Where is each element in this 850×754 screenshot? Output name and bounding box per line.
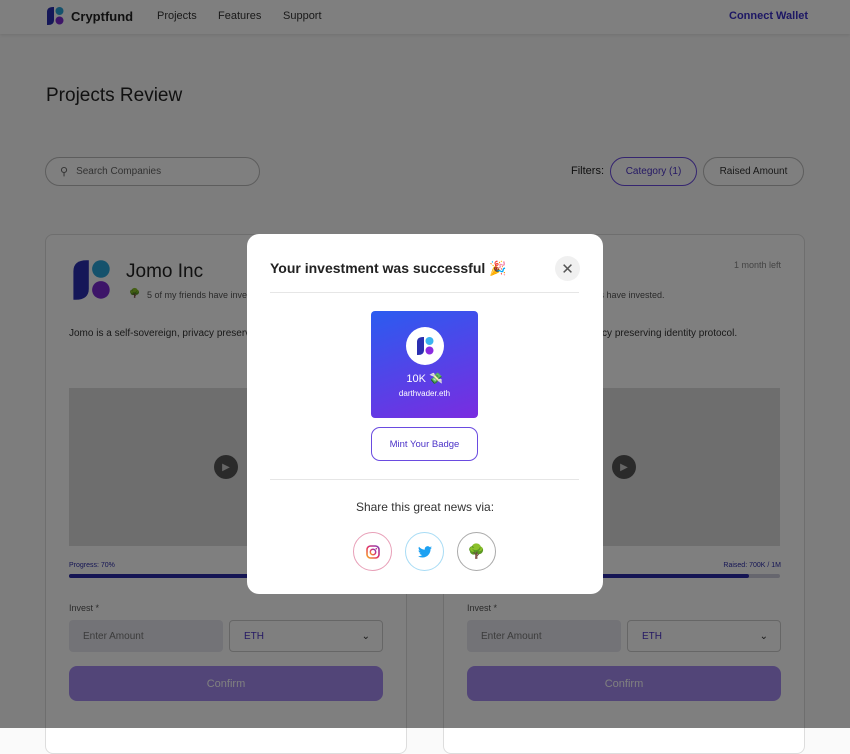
mint-badge-button[interactable]: Mint Your Badge (371, 427, 478, 461)
twitter-icon[interactable] (405, 532, 444, 571)
modal-title: Your investment was successful 🎉 (270, 260, 507, 276)
badge-amount: 10K 💸 (406, 373, 443, 385)
badge-logo-icon (405, 327, 444, 365)
success-modal: Your investment was successful 🎉 ✕ 10K 💸… (247, 234, 603, 594)
nft-badge: 10K 💸 darthvader.eth (371, 311, 478, 418)
close-icon[interactable]: ✕ (555, 256, 580, 281)
badge-name: darthvader.eth (398, 389, 451, 398)
divider (270, 292, 579, 293)
instagram-icon[interactable] (353, 532, 392, 571)
friends-tree-icon[interactable]: 🌳 (457, 532, 496, 571)
divider (270, 479, 579, 480)
share-label: Share this great news via: (355, 500, 495, 514)
